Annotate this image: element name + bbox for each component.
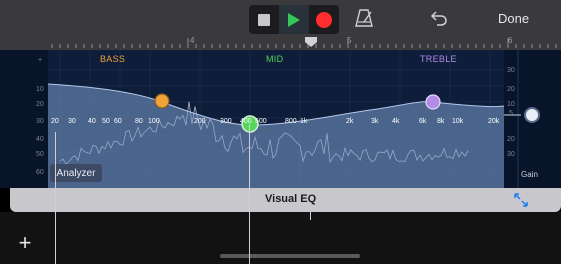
- freq-label: 200: [194, 118, 206, 125]
- band-label-treble: TREBLE: [420, 54, 457, 64]
- home-indicator: [220, 254, 360, 258]
- plugin-title-bar: Visual EQ: [10, 188, 561, 212]
- play-button[interactable]: [279, 5, 309, 34]
- gain-label: Gain: [521, 170, 538, 179]
- transport-controls: [249, 5, 339, 34]
- freq-label: 3k: [371, 118, 379, 125]
- freq-label: 20: [51, 118, 59, 125]
- treble-node[interactable]: [425, 94, 441, 110]
- freq-label: 6k: [419, 118, 427, 125]
- playhead-line: [310, 212, 311, 220]
- gain-slider-knob[interactable]: [524, 107, 540, 123]
- stop-icon: [258, 13, 270, 26]
- freq-label: 4k: [392, 118, 400, 125]
- freq-label: 80: [135, 118, 143, 125]
- db-label: 20: [36, 101, 44, 108]
- freq-label: 100: [148, 118, 160, 125]
- freq-label: 8k: [437, 118, 445, 125]
- metronome-icon[interactable]: [354, 8, 374, 28]
- db-label: 10: [36, 86, 44, 93]
- ruler-marker-5: 5: [347, 36, 352, 45]
- db-label: 40: [36, 136, 44, 143]
- ruler-ticks: [51, 37, 557, 48]
- panel-title: Visual EQ: [265, 193, 317, 205]
- control-bar: Done: [0, 0, 561, 36]
- db-label: 20: [507, 136, 515, 143]
- db-label: +: [38, 57, 43, 64]
- record-icon: [316, 11, 332, 28]
- db-label: 20: [507, 86, 515, 93]
- db-label: 30: [36, 118, 44, 125]
- play-icon: [288, 12, 300, 27]
- done-button[interactable]: Done: [498, 11, 529, 26]
- db-label: 30: [507, 151, 515, 158]
- freq-label: 60: [114, 118, 122, 125]
- stop-button[interactable]: [249, 5, 279, 34]
- timeline-ruler[interactable]: 4 5 6: [0, 36, 561, 50]
- freq-label: 2k: [346, 118, 354, 125]
- freq-label: 10k: [452, 118, 464, 125]
- freq-label: 30: [68, 118, 76, 125]
- tracks-area: +: [0, 212, 561, 264]
- freq-label: 500: [255, 118, 267, 125]
- visual-eq-graph[interactable]: BASS MID TREBLE 20 30 40 50 60 80 100 20…: [0, 50, 561, 188]
- ruler-marker-4: 4: [190, 36, 195, 45]
- band-label-bass: BASS: [100, 54, 126, 64]
- bass-node[interactable]: [154, 93, 170, 109]
- add-track-button[interactable]: +: [10, 228, 40, 258]
- ruler-marker-6: 6: [508, 36, 513, 45]
- freq-label: 50: [102, 118, 110, 125]
- db-label: 60: [36, 169, 44, 176]
- record-button[interactable]: [309, 5, 339, 34]
- freq-label: 300: [220, 118, 232, 125]
- db-label: 50: [36, 151, 44, 158]
- freq-label: 20k: [488, 118, 500, 125]
- db-label: 5: [509, 110, 513, 117]
- freq-label: 1k: [300, 118, 308, 125]
- undo-icon[interactable]: [430, 9, 448, 27]
- db-label: 10: [507, 101, 515, 108]
- callout-line-analyzer: [55, 132, 56, 264]
- playhead-marker[interactable]: [305, 37, 317, 47]
- analyzer-button[interactable]: Analyzer: [50, 164, 102, 182]
- callout-line-mid: [249, 124, 250, 264]
- db-label: 30: [507, 67, 515, 74]
- band-label-mid: MID: [266, 54, 284, 64]
- freq-label: 800: [285, 118, 297, 125]
- freq-label: 40: [88, 118, 96, 125]
- add-icon: +: [18, 230, 32, 255]
- expand-icon[interactable]: [513, 192, 529, 208]
